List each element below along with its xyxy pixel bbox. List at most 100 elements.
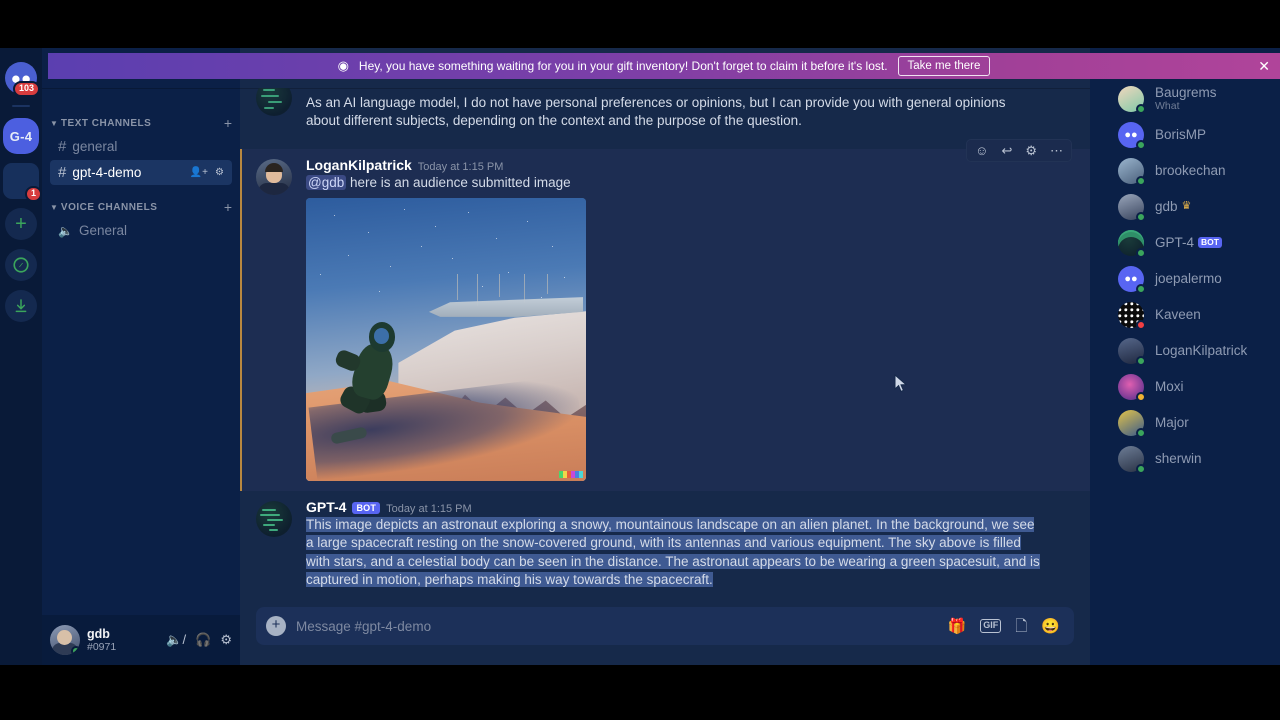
avatar[interactable] <box>256 88 292 116</box>
avatar[interactable] <box>50 625 80 655</box>
message-list[interactable]: As an AI language model, I do not have p… <box>240 88 1090 607</box>
add-server-button[interactable]: + <box>5 208 37 240</box>
avatar[interactable] <box>1118 337 1146 366</box>
status-indicator-online <box>1136 463 1146 474</box>
status-indicator-online <box>1136 103 1146 114</box>
message-group-continued: As an AI language model, I do not have p… <box>240 88 1090 133</box>
avatar[interactable]: ●● <box>1118 265 1146 294</box>
member-list[interactable]: ONLINE — 11 BaugremsWhat●●BorisMPbrookec… <box>1090 48 1280 665</box>
download-apps-button[interactable] <box>5 290 37 322</box>
letterbox-bottom <box>0 665 1280 720</box>
reply-icon[interactable]: ↩ <box>1001 144 1012 157</box>
server-home-button[interactable]: ●● 103 <box>5 62 40 97</box>
message-hover-toolbar[interactable]: ☺ ↩ ⚙ ⋯ <box>966 138 1072 162</box>
channel-name: general <box>72 139 118 154</box>
sidebar-channel-gpt-4-demo[interactable]: # gpt-4-demo 👤+ ⚙ <box>50 160 232 185</box>
close-icon[interactable]: ✕ <box>1258 58 1270 75</box>
member-list-item[interactable]: sherwin <box>1100 441 1272 476</box>
user-mention[interactable]: @gdb <box>306 174 347 190</box>
create-voice-channel-button[interactable]: + <box>224 200 232 214</box>
avatar[interactable] <box>1118 301 1146 330</box>
message-author[interactable]: GPT-4 <box>306 499 346 515</box>
gif-icon[interactable]: GIF <box>980 619 1002 633</box>
member-info: sherwin <box>1155 451 1202 467</box>
take-me-there-button[interactable]: Take me there <box>897 56 991 76</box>
member-info: Major <box>1155 415 1189 431</box>
antenna-icon <box>476 274 478 306</box>
server-icon-gpt-4[interactable]: G-4 <box>3 118 39 154</box>
member-list-item[interactable]: Baugrems What <box>1100 81 1272 116</box>
channel-name: General <box>78 223 127 238</box>
member-name: GPT-4 BOT <box>1155 235 1222 251</box>
sidebar-channel-general[interactable]: # general <box>50 134 232 159</box>
create-thread-icon[interactable]: ⚙ <box>1025 144 1037 157</box>
member-list-item[interactable]: gdb ♛ <box>1100 189 1272 224</box>
category-voice-channels[interactable]: ▼ VOICE CHANNELS + <box>42 186 240 217</box>
message-group-gpt-4: GPT-4 BOT Today at 1:15 PM This image de… <box>240 491 1090 591</box>
sticker-icon[interactable]: 🗋 <box>1015 619 1027 634</box>
message-attachment-image[interactable] <box>306 198 586 482</box>
avatar[interactable] <box>1118 445 1146 474</box>
message-input[interactable]: + Message #gpt-4-demo 🎁 GIF 🗋 😀 <box>256 607 1074 645</box>
username: gdb <box>87 626 110 641</box>
member-list-item[interactable]: brookechan <box>1100 153 1272 188</box>
create-channel-button[interactable]: + <box>224 116 232 130</box>
member-name: LoganKilpatrick <box>1155 342 1248 358</box>
member-name: Major <box>1155 414 1189 430</box>
user-identity[interactable]: gdb #0971 <box>87 627 159 653</box>
folder-notification-badge: 1 <box>24 186 42 202</box>
member-rows: Baugrems What ●● BorisMP brookechan gdb ♛ GPT-4… <box>1090 81 1280 476</box>
speaker-icon: 🔈 <box>58 223 73 238</box>
channel-name: gpt-4-demo <box>72 165 142 180</box>
microphone-muted-icon[interactable]: 🔈/ <box>166 632 186 648</box>
gift-icon: ◉ <box>337 58 349 73</box>
home-notification-badge: 103 <box>12 81 40 97</box>
headphones-icon[interactable]: 🎧 <box>195 632 211 648</box>
member-list-item[interactable]: GPT-4 BOT <box>1100 225 1272 260</box>
add-reaction-icon[interactable]: ☺ <box>975 144 988 157</box>
letterbox-top <box>0 0 1280 48</box>
message-author[interactable]: LoganKilpatrick <box>306 157 412 173</box>
member-list-item[interactable]: Moxi <box>1100 369 1272 404</box>
status-indicator-online <box>1136 427 1146 438</box>
category-label: VOICE CHANNELS <box>60 201 158 213</box>
explore-servers-button[interactable] <box>5 249 37 281</box>
create-invite-icon[interactable]: 👤+ <box>190 167 208 178</box>
antenna-icon <box>524 274 526 303</box>
message-body-selected: This image depicts an astronaut explorin… <box>306 517 1040 588</box>
avatar[interactable] <box>1118 409 1146 438</box>
category-text-channels[interactable]: ▼ TEXT CHANNELS + <box>42 102 240 133</box>
avatar[interactable] <box>256 158 292 195</box>
avatar[interactable] <box>1118 373 1146 402</box>
member-list-item[interactable]: ●● BorisMP <box>1100 117 1272 152</box>
server-folder[interactable]: 1 <box>3 163 42 202</box>
antenna-icon <box>546 274 548 295</box>
avatar[interactable] <box>1118 157 1146 186</box>
antenna-icon <box>457 274 459 300</box>
member-list-item[interactable]: ●● joepalermo <box>1100 261 1272 296</box>
status-indicator-online <box>1136 283 1146 294</box>
gift-inventory-banner: ◉ Hey, you have something waiting for yo… <box>48 53 1280 79</box>
gear-icon[interactable]: ⚙ <box>220 632 232 648</box>
member-list-item[interactable]: Major <box>1100 405 1272 440</box>
member-list-item[interactable]: Kaveen <box>1100 297 1272 332</box>
avatar[interactable]: ●● <box>1118 121 1146 150</box>
dalle-watermark-icon <box>559 471 583 479</box>
member-info: Baugrems What <box>1155 85 1217 113</box>
chevron-down-icon: ▼ <box>50 118 58 128</box>
avatar[interactable] <box>256 501 292 538</box>
emoji-icon[interactable]: 😀 <box>1041 619 1060 634</box>
avatar[interactable] <box>1118 229 1146 258</box>
status-indicator-dnd <box>1136 319 1146 330</box>
member-list-item[interactable]: LoganKilpatrick <box>1100 333 1272 368</box>
upload-attachment-button[interactable]: + <box>266 616 286 636</box>
more-options-icon[interactable]: ⋯ <box>1050 144 1063 157</box>
sidebar-channel-voice-general[interactable]: 🔈 General <box>50 218 232 243</box>
member-info: BorisMP <box>1155 127 1206 143</box>
user-discriminator: #0971 <box>87 641 117 654</box>
gift-icon[interactable]: 🎁 <box>948 619 967 634</box>
avatar[interactable] <box>1118 193 1146 222</box>
avatar[interactable] <box>1118 85 1146 114</box>
channel-sidebar: GPT-4 ▼ ▼ TEXT CHANNELS + # general # gp… <box>42 48 240 665</box>
edit-channel-gear-icon[interactable]: ⚙ <box>215 167 224 178</box>
